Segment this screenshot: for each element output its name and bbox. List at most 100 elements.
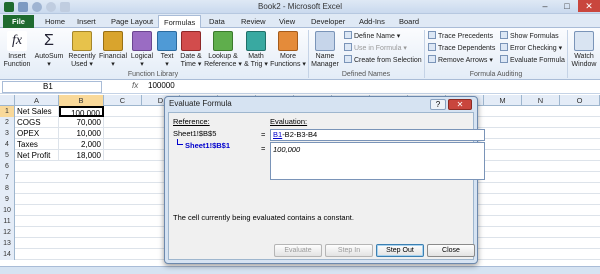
define-name-label: Define Name ▾ <box>354 33 401 40</box>
status-message: The cell currently being evaluated conta… <box>173 213 354 222</box>
fx-icon[interactable]: fx <box>132 81 138 90</box>
tab-insert[interactable]: Insert <box>72 15 101 28</box>
column-header[interactable]: B <box>59 95 104 106</box>
cell-a3[interactable]: OPEX <box>15 128 59 139</box>
date-time-button[interactable]: Date & Time ▾ <box>178 31 204 69</box>
formula-bar: B1 fx 100000 <box>0 80 600 94</box>
evaluation-highlight: B1 <box>273 130 283 139</box>
use-in-formula-icon <box>344 43 352 51</box>
cell-b3[interactable]: 10,000 <box>59 128 104 139</box>
name-manager-button[interactable]: Name Manager <box>310 31 340 69</box>
cell-b4[interactable]: 2,000 <box>59 139 104 150</box>
tab-add-ins[interactable]: Add-Ins <box>354 15 390 28</box>
evaluate-formula-button[interactable]: Evaluate Formula <box>500 55 565 65</box>
evaluation-rest: -B2-B3-B4 <box>282 130 318 139</box>
status-bar <box>0 266 600 274</box>
cell-a1[interactable]: Net Sales <box>15 106 59 117</box>
evaluation-field[interactable]: B1-B2-B3-B4 <box>270 129 485 141</box>
evaluate-button[interactable]: Evaluate <box>274 244 322 257</box>
trace-precedents-button[interactable]: Trace Precedents <box>428 31 493 41</box>
reference-sub-value: Sheet1!$B$1 <box>185 141 231 150</box>
financial-button[interactable]: Financial ▾ <box>98 31 128 69</box>
book-text-icon <box>157 31 177 51</box>
equals-sign: = <box>261 130 266 139</box>
formula-input[interactable]: 100000 <box>148 81 175 90</box>
tab-developer[interactable]: Developer <box>306 15 350 28</box>
create-from-selection-label: Create from Selection <box>354 57 422 64</box>
reference-value: Sheet1!$B$5 <box>173 129 217 138</box>
name-box[interactable]: B1 <box>2 81 102 93</box>
trace-precedents-label: Trace Precedents <box>438 33 493 40</box>
show-formulas-button[interactable]: Show Formulas <box>500 31 559 41</box>
watch-window-button[interactable]: Watch Window <box>569 31 599 69</box>
step-out-button[interactable]: Step Out <box>376 244 424 257</box>
row-header[interactable]: 3 <box>0 128 15 139</box>
cell-a2[interactable]: COGS <box>15 117 59 128</box>
row-header[interactable]: 2 <box>0 117 15 128</box>
maximize-button[interactable]: □ <box>556 0 578 12</box>
insert-function-label: Insert Function <box>3 53 31 68</box>
tab-board[interactable]: Board <box>394 15 424 28</box>
book-recent-icon <box>72 31 92 51</box>
more-functions-button[interactable]: More Functions ▾ <box>270 31 306 69</box>
row-header[interactable]: 11 <box>0 216 15 227</box>
insert-function-button[interactable]: fx Insert Function <box>2 31 32 69</box>
select-all-corner[interactable] <box>0 95 15 106</box>
lookup-reference-button[interactable]: Lookup & Reference ▾ <box>204 31 242 69</box>
remove-arrows-button[interactable]: Remove Arrows ▾ <box>428 55 493 65</box>
column-header[interactable]: O <box>560 95 600 106</box>
text-button[interactable]: Text ▾ <box>156 31 178 69</box>
autosum-button[interactable]: Σ AutoSum ▾ <box>34 31 64 69</box>
tab-home[interactable]: Home <box>40 15 70 28</box>
math-trig-label: Math & Trig ▾ <box>244 53 268 68</box>
column-header[interactable]: M <box>484 95 522 106</box>
watch-window-icon <box>574 31 594 51</box>
use-in-formula-button[interactable]: Use in Formula ▾ <box>344 43 407 53</box>
cell-a5[interactable]: Net Profit <box>15 150 59 161</box>
tab-file[interactable]: File <box>3 15 34 28</box>
row-header[interactable]: 5 <box>0 150 15 161</box>
cell-a4[interactable]: Taxes <box>15 139 59 150</box>
tab-view[interactable]: View <box>274 15 300 28</box>
row-header[interactable]: 8 <box>0 183 15 194</box>
row-header[interactable]: 7 <box>0 172 15 183</box>
row-header[interactable]: 13 <box>0 238 15 249</box>
row-header[interactable]: 6 <box>0 161 15 172</box>
dialog-close-button[interactable]: ✕ <box>448 99 472 110</box>
row-header[interactable]: 10 <box>0 205 15 216</box>
column-header[interactable]: N <box>522 95 560 106</box>
help-button[interactable]: ? <box>430 99 446 110</box>
tab-review[interactable]: Review <box>236 15 271 28</box>
column-header[interactable]: A <box>15 95 59 106</box>
text-label: Text ▾ <box>160 53 174 68</box>
tab-data[interactable]: Data <box>204 15 230 28</box>
error-checking-button[interactable]: Error Checking ▾ <box>500 43 562 53</box>
create-from-selection-button[interactable]: Create from Selection <box>344 55 422 65</box>
row-header[interactable]: 1 <box>0 106 15 117</box>
minimize-button[interactable]: – <box>534 0 556 12</box>
close-button[interactable]: Close <box>427 244 475 257</box>
trace-dependents-button[interactable]: Trace Dependents <box>428 43 495 53</box>
define-name-button[interactable]: Define Name ▾ <box>344 31 400 41</box>
math-trig-button[interactable]: Math & Trig ▾ <box>242 31 270 69</box>
row-header[interactable]: 9 <box>0 194 15 205</box>
use-in-formula-label: Use in Formula ▾ <box>354 45 407 52</box>
recently-used-button[interactable]: Recently Used ▾ <box>66 31 98 69</box>
column-header[interactable]: C <box>104 95 142 106</box>
close-window-button[interactable]: ✕ <box>578 0 600 12</box>
more-functions-label: More Functions ▾ <box>270 53 306 68</box>
cell-b1[interactable]: 100,000 <box>59 106 104 118</box>
cell-b5[interactable]: 18,000 <box>59 150 104 161</box>
row-header[interactable]: 4 <box>0 139 15 150</box>
tree-connector <box>177 139 183 145</box>
tab-formulas[interactable]: Formulas <box>158 15 202 28</box>
row-header[interactable]: 12 <box>0 227 15 238</box>
show-formulas-icon <box>500 31 508 39</box>
cell-b2[interactable]: 70,000 <box>59 117 104 128</box>
tab-page-layout[interactable]: Page Layout <box>106 15 158 28</box>
row-header[interactable]: 14 <box>0 249 15 260</box>
logical-button[interactable]: Logical ▾ <box>128 31 156 69</box>
step-in-button[interactable]: Step In <box>325 244 373 257</box>
evaluation-result[interactable]: 100,000 <box>270 142 485 180</box>
evaluate-formula-dialog: Evaluate Formula ? ✕ Reference: Sheet1!$… <box>164 96 485 264</box>
